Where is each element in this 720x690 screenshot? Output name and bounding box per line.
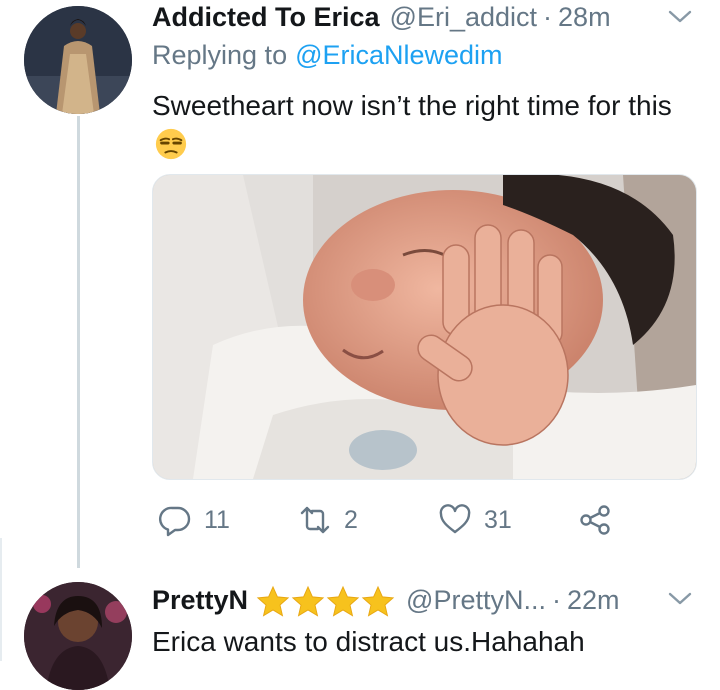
author-name[interactable]: PrettyN (152, 585, 248, 616)
reply-icon (159, 506, 191, 537)
baby-photo-image (153, 175, 696, 479)
star-icon (326, 585, 360, 617)
replying-to-mention[interactable]: @EricaNlewedim (295, 40, 502, 70)
chevron-down-icon[interactable] (668, 592, 692, 606)
tweet-header: PrettyN @PrettyN... · 22m (152, 585, 620, 619)
separator-dot: · (551, 585, 561, 615)
chevron-down-icon[interactable] (668, 10, 692, 24)
tweet-header: Addicted To Erica @Eri_addict · 28m (152, 2, 611, 36)
tweet-text: Erica wants to distract us.Hahahah (152, 626, 585, 657)
name-star-emojis (256, 585, 396, 619)
tweet-body: Sweetheart now isn’t the right time for … (152, 90, 672, 121)
reply-button[interactable]: 11 (158, 498, 230, 542)
timestamp[interactable]: 22m (567, 585, 620, 616)
author-handle[interactable]: @Eri_addict (390, 2, 537, 33)
timestamp[interactable]: 28m (558, 2, 611, 33)
retweet-count: 2 (344, 505, 358, 534)
avatar-photo (24, 6, 132, 114)
share-button[interactable] (578, 498, 612, 542)
unamused-face-icon (155, 128, 187, 160)
separator-dot: · (543, 2, 553, 32)
star-icon (361, 585, 395, 617)
heart-icon (439, 504, 471, 534)
retweet-button[interactable]: 2 (298, 498, 358, 542)
replying-to-label: Replying to (152, 40, 288, 70)
author-avatar[interactable] (24, 6, 132, 114)
avatar-photo (24, 582, 132, 690)
left-edge-border (0, 538, 12, 661)
like-count: 31 (484, 505, 512, 534)
author-avatar[interactable] (24, 582, 132, 690)
tweet-media-photo[interactable] (152, 174, 697, 480)
author-handle[interactable]: @PrettyN... (406, 585, 546, 616)
star-icon (291, 585, 325, 617)
reply-count: 11 (204, 505, 230, 534)
replying-to: Replying to @EricaNlewedim (152, 40, 503, 71)
like-button[interactable]: 31 (438, 498, 512, 542)
share-icon (580, 505, 610, 535)
author-name[interactable]: Addicted To Erica (152, 2, 380, 33)
tweet-actions: 11 2 31 (152, 498, 692, 542)
tweet-text: Sweetheart now isn’t the right time for … (152, 86, 692, 166)
star-icon (256, 585, 290, 617)
thread-line (77, 116, 80, 568)
retweet-icon (300, 506, 330, 534)
